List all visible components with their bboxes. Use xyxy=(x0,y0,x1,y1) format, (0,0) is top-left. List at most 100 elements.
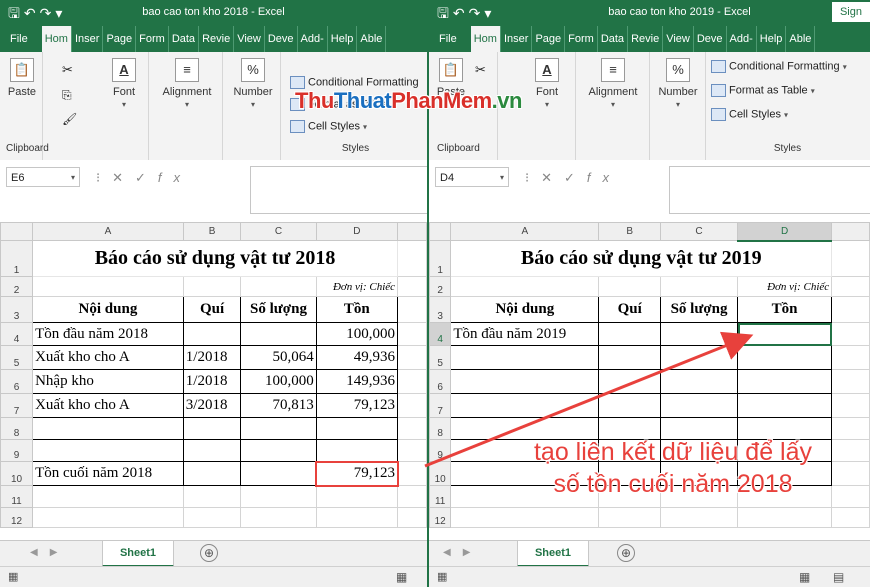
cut-icon[interactable]: ✂ xyxy=(62,62,73,78)
select-all-corner[interactable] xyxy=(429,222,452,241)
tab-data[interactable]: Data xyxy=(169,26,200,52)
cell[interactable] xyxy=(182,322,242,346)
cut-icon[interactable]: ✂ xyxy=(475,62,486,78)
cell[interactable]: Xuất kho cho A xyxy=(32,345,184,370)
copy-icon[interactable]: ⎘ xyxy=(62,88,72,103)
font-button[interactable]: A Font ▾ xyxy=(529,58,565,110)
cell[interactable] xyxy=(450,369,600,394)
cell[interactable] xyxy=(397,322,427,346)
cell[interactable] xyxy=(831,322,870,346)
cell[interactable] xyxy=(450,276,600,297)
tab-formulas[interactable]: Form xyxy=(136,26,169,52)
tab-developer[interactable]: Deve xyxy=(694,26,727,52)
cell[interactable] xyxy=(831,240,870,277)
cell[interactable]: 3/2018 xyxy=(182,393,242,418)
cell[interactable] xyxy=(598,393,662,418)
row-header-9[interactable]: 9 xyxy=(0,439,34,462)
cell[interactable] xyxy=(737,507,833,528)
unit-cell[interactable]: Đơn vị: Chiếc xyxy=(737,276,833,297)
number-button[interactable]: % Number ▾ xyxy=(653,58,703,110)
cell[interactable] xyxy=(182,276,242,297)
chevron-down-icon[interactable]: ▾ xyxy=(71,168,75,188)
cell[interactable] xyxy=(315,507,399,528)
tab-formulas[interactable]: Form xyxy=(565,26,598,52)
select-all-corner[interactable] xyxy=(0,222,34,241)
cell[interactable] xyxy=(831,296,870,323)
row-header-1[interactable]: 1 xyxy=(429,240,452,277)
cell[interactable] xyxy=(182,439,242,462)
cell[interactable] xyxy=(397,439,427,462)
cell[interactable] xyxy=(32,439,184,462)
cell[interactable]: 79,123 xyxy=(315,393,399,418)
format-as-table-button[interactable]: Format as Table ▾ xyxy=(711,84,815,97)
cell[interactable] xyxy=(660,345,739,370)
row-header-2[interactable]: 2 xyxy=(0,276,34,297)
alignment-button[interactable]: ≡ Alignment ▾ xyxy=(156,58,218,110)
formula-input[interactable] xyxy=(250,166,427,214)
cell[interactable] xyxy=(831,369,870,394)
cell[interactable] xyxy=(240,417,317,440)
sheet-nav-arrows[interactable]: ◀▶ xyxy=(443,547,482,558)
selected-cell-d4[interactable] xyxy=(737,322,833,346)
tab-review[interactable]: Revie xyxy=(199,26,235,52)
cell[interactable] xyxy=(32,276,184,297)
tab-file[interactable]: File xyxy=(0,26,42,52)
row-header-12[interactable]: 12 xyxy=(429,507,452,528)
paste-button[interactable]: 📋 Paste xyxy=(4,58,40,98)
cell[interactable] xyxy=(831,507,870,528)
cell[interactable] xyxy=(660,369,739,394)
row-header-2[interactable]: 2 xyxy=(429,276,452,297)
add-sheet-button[interactable]: ⊕ xyxy=(617,544,635,562)
cell[interactable] xyxy=(598,276,662,297)
cell[interactable] xyxy=(660,507,739,528)
normal-view-icon[interactable]: ▦ xyxy=(396,570,407,584)
cell[interactable] xyxy=(397,296,427,323)
cell[interactable] xyxy=(450,393,600,418)
tab-view[interactable]: View xyxy=(663,26,694,52)
row-header-1[interactable]: 1 xyxy=(0,240,34,277)
cell[interactable] xyxy=(397,417,427,440)
tab-able[interactable]: Able xyxy=(357,26,387,52)
header-cell[interactable]: Quí xyxy=(598,296,662,323)
row-header-3[interactable]: 3 xyxy=(0,296,34,323)
cell[interactable] xyxy=(598,369,662,394)
cell[interactable]: 100,000 xyxy=(315,322,399,346)
cell[interactable]: 50,064 xyxy=(240,345,317,370)
row-header-7[interactable]: 7 xyxy=(0,393,34,418)
cell[interactable] xyxy=(240,461,317,486)
cell[interactable] xyxy=(397,240,427,277)
cell[interactable] xyxy=(32,417,184,440)
cell[interactable]: 70,813 xyxy=(240,393,317,418)
row-header-12[interactable]: 12 xyxy=(0,507,34,528)
cell[interactable]: Xuất kho cho A xyxy=(32,393,184,418)
row-header-10[interactable]: 10 xyxy=(0,461,34,486)
cell[interactable]: Tồn cuối năm 2018 xyxy=(32,461,184,486)
cell[interactable] xyxy=(315,417,399,440)
row-header-5[interactable]: 5 xyxy=(0,345,34,370)
header-cell[interactable]: Tồn xyxy=(737,296,833,323)
tab-add-ins[interactable]: Add- xyxy=(298,26,328,52)
column-header-b[interactable]: B xyxy=(598,222,662,241)
conditional-formatting-button[interactable]: Conditional Formatting ▾ xyxy=(711,60,847,73)
cell[interactable] xyxy=(831,276,870,297)
name-box[interactable]: E6 ▾ xyxy=(6,167,80,187)
cell[interactable] xyxy=(32,485,184,508)
tab-help[interactable]: Help xyxy=(757,26,787,52)
cell[interactable] xyxy=(182,461,242,486)
column-header-d[interactable]: D xyxy=(315,222,399,241)
row-header-4[interactable]: 4 xyxy=(0,322,34,346)
sheet-tab-sheet1[interactable]: Sheet1 xyxy=(102,541,174,567)
cell[interactable] xyxy=(397,393,427,418)
header-cell[interactable]: Nội dung xyxy=(450,296,600,323)
cell[interactable]: 49,936 xyxy=(315,345,399,370)
column-header-a[interactable]: A xyxy=(32,222,184,241)
cell[interactable] xyxy=(450,345,600,370)
number-button[interactable]: % Number ▾ xyxy=(228,58,278,110)
chevron-down-icon[interactable]: ▾ xyxy=(500,168,504,188)
tab-data[interactable]: Data xyxy=(598,26,629,52)
column-header-c[interactable]: C xyxy=(660,222,739,241)
cell[interactable] xyxy=(737,369,833,394)
cell[interactable] xyxy=(831,345,870,370)
tab-insert[interactable]: Inser xyxy=(72,26,104,52)
cell[interactable] xyxy=(182,507,242,528)
